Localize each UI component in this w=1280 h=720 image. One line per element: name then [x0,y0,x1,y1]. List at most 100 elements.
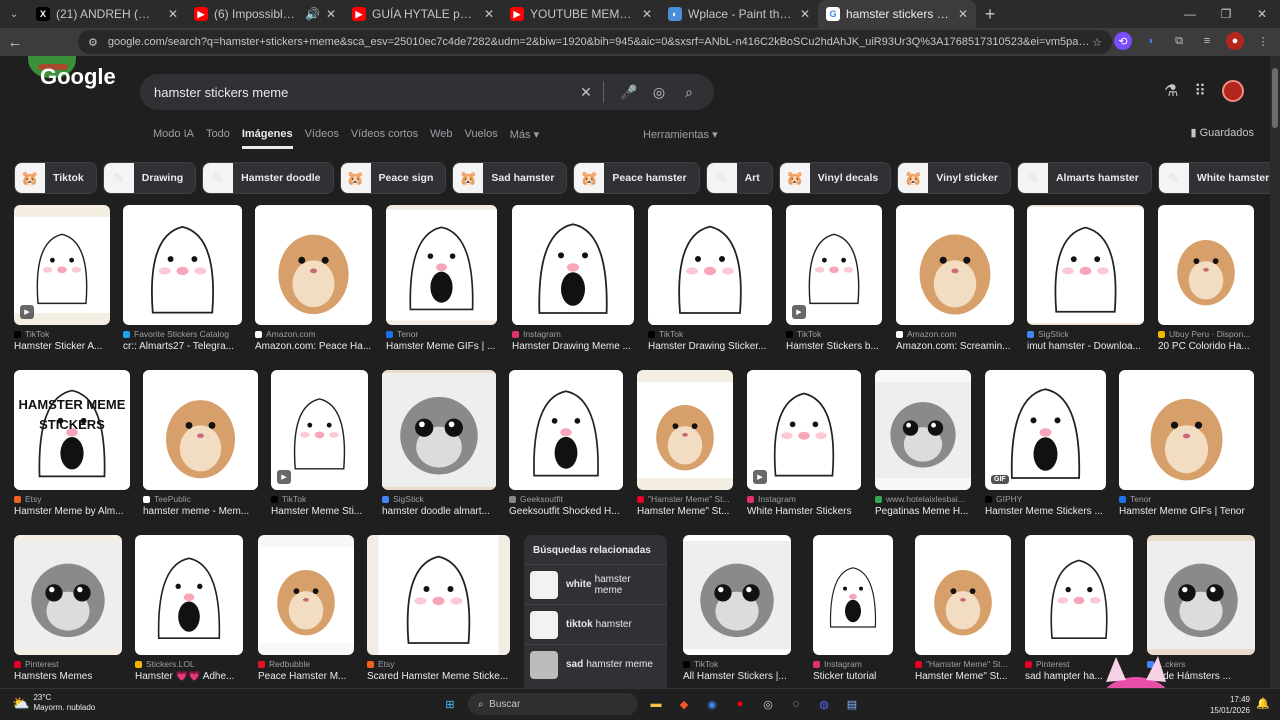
result-caption[interactable]: hamster doodle almart... [382,506,496,517]
scrollbar-thumb[interactable] [1272,68,1278,128]
result-caption[interactable]: Hamster Meme" St... [637,506,733,517]
result-source[interactable]: Stickers.LOL [135,659,243,669]
browser-tab[interactable]: ▶ GUÍA HYTALE para Avanzar ✕ [344,0,502,28]
result-thumbnail[interactable]: HAMSTER MEME STICKERS [14,370,130,490]
search-query[interactable]: hamster stickers meme [154,85,567,100]
result-thumbnail[interactable]: GIF [985,370,1106,490]
browser-tab[interactable]: X (21) ANDREH (@SoyAndreh) / X ✕ [28,0,186,28]
result-caption[interactable]: Hamster Meme Sti... [271,506,368,517]
result-source[interactable]: Instagram [512,329,634,339]
tab-flights[interactable]: Vuelos [465,128,498,149]
bookmark-star-icon[interactable]: ☆ [1092,36,1102,49]
refinement-chip[interactable]: 🐹 Sad hamster [452,162,568,194]
browser-tab[interactable]: ▶ YOUTUBE MEMEWIND 2025 - Y ✕ [502,0,660,28]
result-source[interactable]: "Hamster Meme" St... [637,494,733,504]
steam-icon[interactable]: ◎ [758,694,778,714]
result-thumbnail[interactable] [648,205,772,325]
result-caption[interactable]: Sticker tutorial [813,671,893,682]
image-result[interactable]: Geeksoutfit Geeksoutfit Shocked H... [509,370,623,517]
notepad-icon[interactable]: ▤ [842,694,862,714]
file-explorer-icon[interactable]: ▬ [646,694,666,714]
close-tab-icon[interactable]: ✕ [958,7,968,21]
result-caption[interactable]: Hamster Meme" St... [915,671,1011,682]
result-source[interactable]: Amazon.com [255,329,372,339]
result-source[interactable]: SigStick [382,494,496,504]
image-result[interactable]: SigStick hamster doodle almart... [382,370,496,517]
chrome-icon[interactable]: ◉ [702,694,722,714]
image-result[interactable]: Amazon.com Amazon.com: Peace Ha... [255,205,372,352]
result-caption[interactable]: Hamster Drawing Sticker... [648,341,772,352]
tab-ai-mode[interactable]: Modo IA [153,128,194,149]
result-caption[interactable]: Hamster 💗💗 Adhe... [135,671,243,682]
image-result[interactable]: Amazon.com Amazon.com: Screamin... [896,205,1014,352]
tools-button[interactable]: Herramientas ▾ [643,128,718,141]
image-result[interactable]: Pinterest Hamsters Memes [14,535,122,682]
new-tab-button[interactable]: + [976,4,1004,25]
result-thumbnail[interactable] [143,370,258,490]
obs-icon[interactable]: ◌ [786,694,806,714]
result-caption[interactable]: imut hamster - Downloa... [1027,341,1144,352]
result-thumbnail[interactable] [386,205,497,325]
result-thumbnail[interactable] [1027,205,1144,325]
image-result[interactable]: Stickers.LOL Hamster 💗💗 Adhe... [135,535,243,682]
search-icon[interactable]: ⌕ [678,84,700,101]
clear-search-icon[interactable]: ✕ [575,84,597,101]
result-thumbnail[interactable] [255,205,372,325]
windows-start-icon[interactable]: ⊞ [440,694,460,714]
result-thumbnail[interactable] [382,370,496,490]
image-result[interactable]: TeePublic hamster meme - Mem... [143,370,258,517]
result-source[interactable]: "Hamster Meme" St... [915,659,1011,669]
result-thumbnail[interactable]: ▶ [14,205,110,325]
close-tab-icon[interactable]: ✕ [800,7,810,21]
result-source[interactable]: Redbubble [258,659,354,669]
close-tab-icon[interactable]: ✕ [168,7,178,21]
result-caption[interactable]: Peace Hamster M... [258,671,354,682]
result-thumbnail[interactable] [813,535,893,655]
image-result[interactable]: Favorite Stickers Catalogcr:: Almarts27 … [123,205,242,352]
related-search-item[interactable]: sad hamster meme [524,644,667,684]
result-source[interactable]: Tenor [386,329,497,339]
result-caption[interactable]: hamster meme - Mem... [143,506,258,517]
result-source[interactable]: Tenor [1119,494,1254,504]
result-thumbnail[interactable] [367,535,510,655]
refinement-chip[interactable]: 🐹 Peace sign [339,162,447,194]
page-scrollbar[interactable] [1270,56,1280,688]
audio-icon[interactable]: 🔊 [305,7,320,21]
result-thumbnail[interactable] [875,370,971,490]
refinement-chip[interactable]: ✎ White hamster [1157,162,1270,194]
result-source[interactable]: TikTok [786,329,882,339]
result-source[interactable]: GIPHY [985,494,1106,504]
result-source[interactable]: Instagram [813,659,893,669]
result-caption[interactable]: 20 PC Colorido Ha... [1158,341,1254,352]
result-caption[interactable]: Hamsters Memes [14,671,122,682]
image-result[interactable]: Tenor Hamster Meme GIFs | Tenor [1119,370,1254,517]
apps-grid-icon[interactable]: ⠿ [1194,81,1206,101]
result-thumbnail[interactable]: ▶ [271,370,368,490]
image-result[interactable]: Ubuy Peru · Dispon... 20 PC Colorido Ha..… [1158,205,1254,352]
image-result[interactable]: ▶ TikTok Hamster Meme Sti... [271,370,368,517]
result-source[interactable]: Pinterest [14,659,122,669]
result-thumbnail[interactable]: ▶ [747,370,861,490]
notification-icon[interactable]: 🔔 [1256,697,1270,710]
browser-menu-icon[interactable]: ⋮ [1254,32,1272,50]
result-source[interactable]: TikTok [648,329,772,339]
extensions-puzzle-icon[interactable]: ⧉ [1170,32,1188,50]
result-caption[interactable]: Geeksoutfit Shocked H... [509,506,623,517]
image-result[interactable]: HAMSTER MEME STICKERS Etsy Hamster Meme by… [14,370,130,517]
result-caption[interactable]: Hamster Meme GIFs | ... [386,341,497,352]
result-source[interactable]: Ubuy Peru · Dispon... [1158,329,1254,339]
tab-all[interactable]: Todo [206,128,230,149]
result-source[interactable]: Favorite Stickers Catalog [123,329,242,339]
result-thumbnail[interactable] [1147,535,1255,655]
result-source[interactable]: SigStick [1027,329,1144,339]
lens-search-icon[interactable]: ◎ [648,84,670,101]
result-source[interactable]: TeePublic [143,494,258,504]
close-tab-icon[interactable]: ✕ [484,7,494,21]
image-result[interactable]: ▶ Instagram White Hamster Stickers [747,370,861,517]
result-caption[interactable]: Hamster Stickers b... [786,341,882,352]
image-result[interactable]: Tenor Hamster Meme GIFs | ... [386,205,497,352]
browser-tab-active[interactable]: G hamster stickers meme - Busca ✕ [818,0,976,28]
profile-avatar-icon[interactable]: ● [1226,32,1244,50]
result-caption[interactable]: cr:: Almarts27 - Telegra... [123,341,242,352]
image-result[interactable]: "Hamster Meme" St... Hamster Meme" St... [915,535,1011,682]
